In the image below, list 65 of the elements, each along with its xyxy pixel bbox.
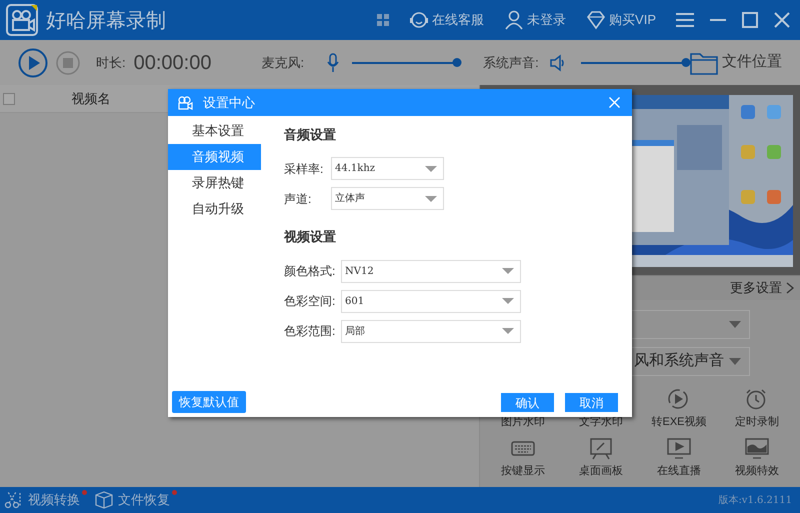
monitor-wave-icon	[745, 436, 769, 460]
folder-icon	[690, 50, 718, 74]
dropdown-arrow-icon	[425, 196, 437, 202]
tool-button[interactable]: 桌面画板	[562, 436, 640, 479]
field-label: 色彩空间:	[284, 293, 336, 310]
dropdown-arrow-icon	[502, 268, 514, 274]
dialog-title: 设置中心	[203, 94, 255, 112]
section-title: 音频设置	[284, 126, 337, 144]
tool-button[interactable]: 在线直播	[640, 436, 718, 479]
header-link[interactable]: 购买VIP	[586, 10, 656, 30]
system-sound-label: 系统声音:	[483, 54, 539, 72]
tool-button[interactable]: 转EXE视频	[640, 388, 718, 430]
tool-button[interactable]: 定时录制	[718, 388, 796, 430]
tool-button[interactable]: 按键显示	[484, 436, 562, 479]
select-all-checkbox[interactable]	[3, 92, 15, 104]
settings-tab[interactable]: 自动升级	[168, 196, 261, 222]
camera-logo-icon	[6, 4, 38, 36]
restore-defaults-button[interactable]: 恢复默认值	[172, 391, 246, 413]
close-icon[interactable]	[774, 12, 790, 28]
select-field[interactable]: 局部	[341, 320, 521, 342]
menu-icon[interactable]	[676, 13, 694, 27]
header-link[interactable]: 在线客服	[409, 10, 484, 30]
cancel-button[interactable]: 取消	[565, 393, 618, 412]
dropdown-arrow-icon	[502, 298, 514, 304]
settings-tab[interactable]: 基本设置	[168, 118, 261, 144]
headset-icon	[409, 10, 430, 30]
monitor-play-icon	[667, 436, 691, 460]
select-field[interactable]: 44.1khz	[331, 157, 444, 180]
play-icon[interactable]	[18, 48, 48, 78]
status-link[interactable]: 文件恢复	[94, 490, 170, 510]
field-label: 采样率:	[284, 160, 324, 178]
more-settings-link[interactable]: 更多设置	[730, 278, 794, 298]
field-label: 颜色格式:	[284, 263, 336, 280]
settings-tab[interactable]: 音频视频	[168, 144, 261, 170]
file-location-button[interactable]: 文件位置	[690, 50, 782, 74]
maximize-icon[interactable]	[742, 12, 758, 28]
dropdown-arrow-icon	[729, 358, 741, 365]
dropdown-arrow-icon	[502, 328, 514, 334]
app-title: 好哈屏幕录制	[46, 7, 166, 34]
section-title: 视频设置	[284, 228, 337, 246]
dropdown-arrow-icon	[425, 166, 437, 172]
camera-icon	[178, 96, 193, 110]
select-field[interactable]: NV12	[341, 260, 521, 282]
field-label: 声道:	[284, 190, 312, 208]
select-field[interactable]: 601	[341, 290, 521, 312]
settings-tab[interactable]: 录屏热键	[168, 170, 261, 196]
column-header[interactable]: 视频名	[21, 88, 161, 108]
diamond-icon	[586, 10, 606, 30]
mic-label: 麦克风:	[261, 54, 304, 72]
microphone-icon	[326, 52, 340, 72]
header-link[interactable]: 未登录	[504, 10, 566, 30]
version-text: 版本:v1.6.2111	[718, 494, 792, 508]
box-icon	[94, 490, 114, 510]
select-field[interactable]: 立体声	[331, 187, 444, 210]
confirm-button[interactable]: 确认	[501, 393, 554, 412]
easel-icon	[589, 436, 613, 460]
duration-label: 时长:	[96, 54, 126, 72]
field-label: 色彩范围:	[284, 323, 336, 340]
duration-value: 00:00:00	[134, 50, 212, 76]
chevron-right-icon	[786, 282, 794, 294]
status-link[interactable]: 视频转换	[4, 490, 80, 510]
dropdown-arrow-icon	[729, 321, 741, 328]
user-icon	[504, 10, 524, 30]
tool-button[interactable]: 视频特效	[718, 436, 796, 479]
grid-icon[interactable]	[377, 14, 390, 26]
